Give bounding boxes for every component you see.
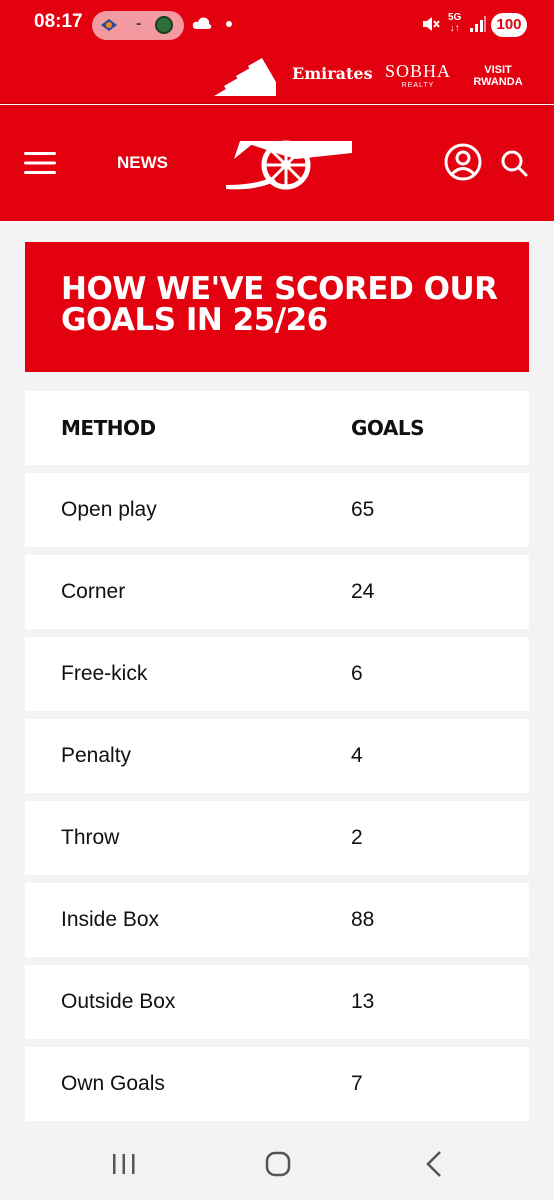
team-crest-icon xyxy=(101,19,117,31)
table-row: Outside Box 13 xyxy=(25,965,529,1039)
table-row: Own Goals 7 xyxy=(25,1047,529,1121)
goals-cell: 24 xyxy=(351,580,375,603)
network-arrows: ↓↑ xyxy=(449,23,460,34)
goals-cell: 2 xyxy=(351,826,363,849)
page-title: HOW WE'VE SCORED OUR GOALS IN 25/26 xyxy=(61,271,498,338)
menu-icon[interactable] xyxy=(24,151,56,175)
adidas-logo[interactable] xyxy=(214,52,276,96)
method-cell: Penalty xyxy=(61,744,132,767)
table-row: Corner 24 xyxy=(25,555,529,629)
method-cell: Throw xyxy=(61,826,120,849)
mute-icon xyxy=(423,17,440,31)
table-row: Inside Box 88 xyxy=(25,883,529,957)
sobha-sub: REALTY xyxy=(401,82,435,89)
method-cell: Open play xyxy=(61,498,157,521)
method-cell: Outside Box xyxy=(61,990,176,1013)
sponsor-bar: Emirates SOBHA REALTY VISIT RWANDA xyxy=(0,44,554,104)
live-score-pill[interactable]: - xyxy=(92,11,184,40)
goals-cell: 7 xyxy=(351,1072,363,1095)
method-cell: Free-kick xyxy=(61,662,148,685)
header-nav: NEWS xyxy=(0,105,554,221)
sobha-realty-logo[interactable]: SOBHA REALTY xyxy=(382,61,454,89)
goals-cell: 4 xyxy=(351,744,363,767)
method-cell: Corner xyxy=(61,580,126,603)
sobha-main: SOBHA xyxy=(384,61,451,81)
account-icon[interactable] xyxy=(444,143,482,181)
table-header-row: METHOD GOALS xyxy=(25,391,529,465)
goals-method-table: METHOD GOALS Open play 65 Corner 24 Free… xyxy=(25,391,529,1129)
table-row: Open play 65 xyxy=(25,473,529,547)
table-row: Throw 2 xyxy=(25,801,529,875)
system-navigation-bar xyxy=(0,1128,554,1200)
rwanda-line2: RWANDA xyxy=(473,76,523,88)
battery-indicator: 100 xyxy=(491,13,527,37)
notification-dot-icon xyxy=(226,21,232,27)
status-bar: 08:17 - 5G ↓↑ 100 xyxy=(0,0,554,44)
score-separator: - xyxy=(136,15,142,32)
table-row: Free-kick 6 xyxy=(25,637,529,711)
rwanda-line1: VISIT xyxy=(484,64,512,76)
table-row: Penalty 4 xyxy=(25,719,529,793)
method-cell: Inside Box xyxy=(61,908,160,931)
nav-news-link[interactable]: NEWS xyxy=(117,153,168,173)
goals-cell: 65 xyxy=(351,498,375,521)
signal-icon xyxy=(470,16,486,32)
search-icon[interactable] xyxy=(500,149,528,177)
goals-cell: 88 xyxy=(351,908,375,931)
network-indicator: 5G ↓↑ xyxy=(448,12,461,34)
emirates-logo[interactable]: Emirates xyxy=(292,64,373,83)
cloud-icon xyxy=(192,17,212,29)
network-type: 5G xyxy=(448,12,462,23)
cannon-logo[interactable] xyxy=(226,133,354,191)
column-header-method: METHOD xyxy=(61,416,156,440)
recents-icon[interactable] xyxy=(110,1152,138,1176)
status-time: 08:17 xyxy=(34,11,83,32)
visit-rwanda-logo[interactable]: VISIT RWANDA xyxy=(466,64,530,88)
method-cell: Own Goals xyxy=(61,1072,165,1095)
section-title-card: HOW WE'VE SCORED OUR GOALS IN 25/26 xyxy=(25,242,529,372)
goals-cell: 6 xyxy=(351,662,363,685)
column-header-goals: GOALS xyxy=(351,416,425,440)
team-crest-icon xyxy=(155,16,173,34)
back-icon[interactable] xyxy=(424,1150,444,1178)
home-icon[interactable] xyxy=(265,1151,291,1177)
goals-cell: 13 xyxy=(351,990,375,1013)
